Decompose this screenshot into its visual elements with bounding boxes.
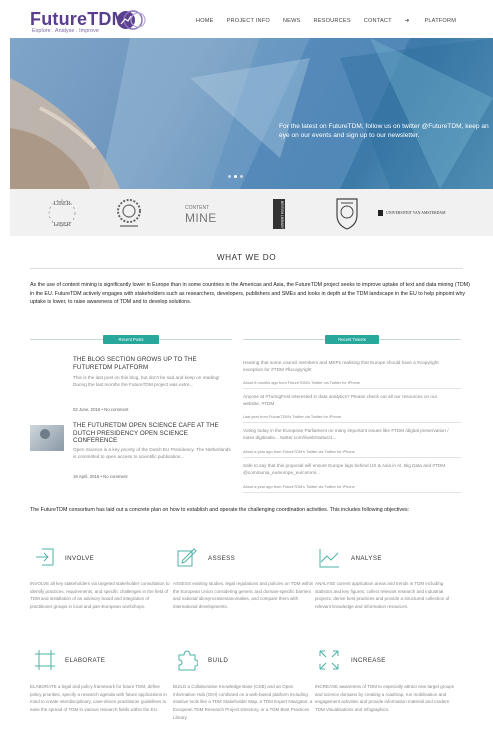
amsterdam-logo[interactable]: UNIVERSITEIT VAN AMSTERDAM (378, 210, 446, 216)
puzzle-icon (178, 650, 198, 671)
nav-news[interactable]: NEWS (283, 18, 301, 24)
post-title[interactable]: THE BLOG SECTION GROWS UP TO THE FUTURET… (73, 356, 233, 371)
hero-slider[interactable]: For the latest on FutureTDM, follow us o… (10, 38, 493, 189)
objective-text: ELABORATE a legal and policy framework f… (30, 684, 167, 713)
crop-frame-icon (35, 650, 55, 670)
tweet-meta[interactable]: About a year ago from FutureTDM's Twitte… (243, 449, 355, 454)
objective-title: INCREASE (351, 657, 386, 664)
consortium-paragraph: The FutureTDM consortium has laid out a … (30, 507, 410, 513)
logo-badge-icon (117, 10, 146, 30)
tweet-divider (243, 422, 461, 423)
enter-arrow-icon (36, 548, 54, 566)
gear-seal-logo[interactable] (114, 197, 144, 229)
partner-logos: LIBER LIBER CONTENT MINE BRITISH LIBRARY… (10, 189, 493, 236)
hero-background-graphic (10, 38, 493, 189)
post-title[interactable]: THE FUTURETDM OPEN SCIENCE CAFE AT THE D… (73, 422, 233, 445)
recent-posts-tab[interactable]: Recent Posts (103, 335, 159, 344)
tweet-meta[interactable]: Last year from FutureTDM's Twitter via T… (243, 414, 341, 419)
objective-title: ASSESS (208, 555, 236, 562)
slider-dot-active[interactable] (234, 175, 237, 178)
section-title: WHAT WE DO (216, 253, 277, 262)
tweet-text: Voting today in the European Parliament … (243, 428, 449, 441)
intro-paragraph: As the use of content mining is signific… (30, 282, 470, 306)
tweet-meta[interactable]: About a year ago from FutureTDM's Twitte… (243, 484, 355, 489)
university-seal-logo[interactable] (332, 195, 362, 231)
nav-project-info[interactable]: PROJECT INFO (227, 18, 270, 24)
logo-text: FutureTDM (30, 9, 127, 29)
nav-platform-label: PLATFORM (424, 18, 457, 24)
slider-dot[interactable] (240, 175, 243, 178)
logo-tagline: Explore . Analyse . Improve (32, 28, 99, 34)
nav-contact[interactable]: CONTACT (364, 18, 392, 24)
site-header: FutureTDM Explore . Analyse . Improve HO… (0, 0, 493, 38)
objective-text: ANALYSE current application areas and tr… (315, 581, 450, 610)
amsterdam-text: UNIVERSITEIT VAN AMSTERDAM (386, 211, 446, 215)
objective-text: INCREASE awareness of TDM to especially … (315, 684, 454, 713)
divider (30, 268, 463, 269)
amsterdam-mark-icon (378, 210, 383, 216)
tweet-divider (243, 388, 461, 389)
liber-text-top: LIBER (53, 201, 70, 207)
tweet-text: Safe to say that this proposal will ensu… (243, 463, 446, 476)
tweet-divider (243, 492, 461, 493)
objective-text: BUILD a Collaborative Knowledge Base (CK… (173, 684, 313, 720)
post-excerpt: This is the last post on this blog, but … (73, 375, 220, 388)
platform-arrow-icon: ➜ (404, 18, 412, 24)
nav-platform[interactable]: ➜ PLATFORM (405, 18, 469, 24)
site-logo[interactable]: FutureTDM Explore . Analyse . Improve (30, 9, 127, 34)
liber-text-bottom: LIBER (53, 222, 70, 228)
objective-title: BUILD (208, 657, 229, 664)
objective-title: ANALYSE (351, 555, 382, 562)
slider-dot[interactable] (228, 175, 231, 178)
tweet-text: Anyone at #TuringFest interested in data… (243, 394, 438, 407)
nav-resources[interactable]: RESOURCES (314, 18, 351, 24)
line-chart-icon (319, 549, 339, 568)
post-meta: 19 April, 2016 • No comment (73, 474, 128, 479)
liber-logo[interactable]: LIBER LIBER (44, 196, 80, 230)
objective-title: ELABORATE (65, 657, 106, 664)
objective-text: ASSESS existing studies, legal regulatio… (173, 581, 314, 610)
main-nav: HOME PROJECT INFO NEWS RESOURCES CONTACT… (196, 18, 482, 24)
post-excerpt: Open Science is a key priority of the Du… (73, 447, 231, 460)
expand-arrows-icon (319, 650, 339, 670)
contentmine-logo[interactable]: MINE (185, 211, 217, 225)
slider-dots (228, 175, 243, 178)
tweet-divider (243, 457, 461, 458)
nav-home[interactable]: HOME (196, 18, 214, 24)
recent-tweets-tab[interactable]: Recent Tweets (325, 335, 379, 344)
british-library-logo[interactable]: BRITISH LIBRARY (273, 199, 285, 229)
tweet-text: Hearing that some council members and ME… (243, 360, 439, 373)
objective-title: INVOLVE (65, 555, 95, 562)
hero-text: For the latest on FutureTDM, follow us o… (279, 123, 489, 139)
british-library-text: BRITISH LIBRARY (280, 201, 284, 229)
tweet-meta[interactable]: About 8 months ago from FutureTDM's Twit… (243, 380, 360, 385)
pencil-box-icon (177, 548, 197, 567)
post-thumbnail[interactable] (30, 425, 64, 451)
post-meta: 02 June, 2016 • No comment (73, 407, 129, 412)
objective-text: INVOLVE all key stakeholders via targete… (30, 581, 170, 610)
